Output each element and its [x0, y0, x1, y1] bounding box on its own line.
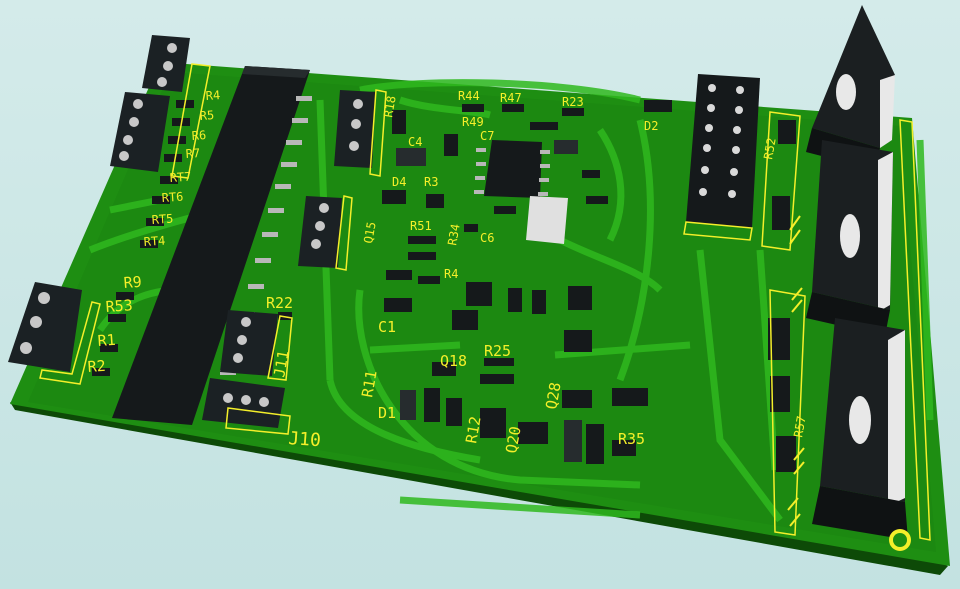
label-r2: R2 [87, 357, 106, 376]
label-r23: R23 [562, 95, 584, 109]
label-r4: R4 [205, 88, 220, 103]
label-c7: C7 [480, 129, 494, 143]
label-r1: R1 [97, 331, 116, 350]
label-r5: R5 [199, 108, 214, 123]
connector-j11 [220, 310, 278, 376]
label-d1: D1 [378, 404, 396, 422]
label-r9: R9 [123, 273, 142, 292]
connector-left-bottom [8, 282, 82, 372]
label-r7: R7 [185, 146, 200, 161]
connector-top-left-1 [142, 35, 190, 92]
label-c6: C6 [480, 231, 494, 245]
label-r47: R47 [500, 91, 522, 105]
label-rt7: RT7 [169, 170, 192, 185]
label-rt4: RT4 [143, 234, 166, 249]
label-rt6: RT6 [161, 190, 184, 205]
label-r44: R44 [458, 89, 480, 103]
label-r3: R3 [424, 175, 438, 189]
label-j10: J10 [288, 428, 322, 451]
pcb-3d-render: R4 R5 R6 R7 RT7 RT6 RT5 RT4 R9 R53 R1 R2… [8, 5, 950, 575]
mounting-hole [889, 529, 911, 551]
label-r6: R6 [191, 128, 206, 143]
pin-header-2x6 [686, 74, 760, 228]
label-c4: C4 [408, 135, 422, 149]
dpak-regulator [526, 196, 568, 244]
label-r22: R22 [266, 294, 293, 312]
label-r35: R35 [618, 430, 645, 448]
label-d2: D2 [644, 119, 658, 133]
label-r4x: R4 [444, 267, 458, 281]
label-d4: D4 [392, 175, 406, 189]
label-c1: C1 [378, 318, 396, 336]
label-q18: Q18 [440, 352, 467, 370]
connector-mid-1 [334, 90, 376, 168]
label-r51: R51 [410, 219, 432, 233]
label-rt5: RT5 [151, 212, 174, 227]
label-r49: R49 [462, 115, 484, 129]
label-r25: R25 [484, 342, 511, 360]
label-r53: R53 [105, 296, 133, 316]
